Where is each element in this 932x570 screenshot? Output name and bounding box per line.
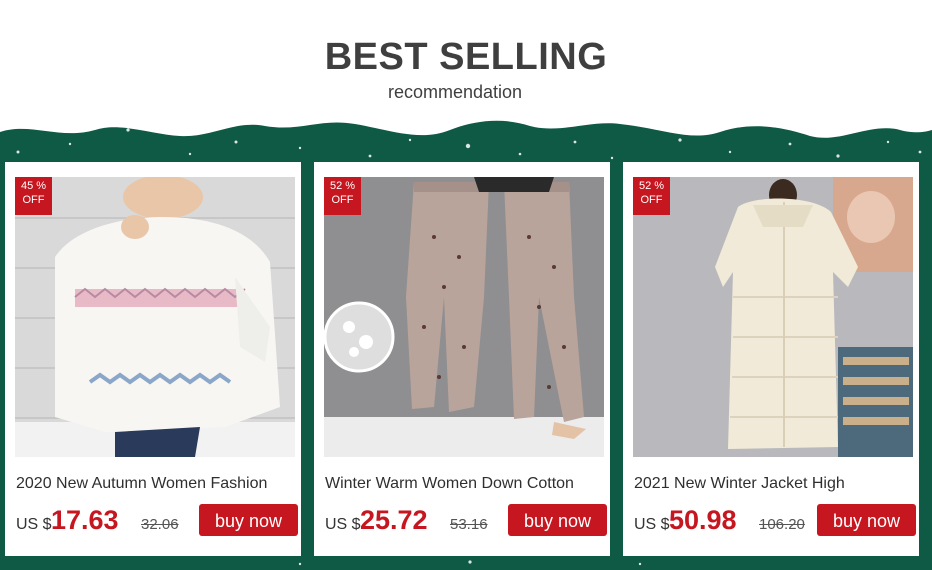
discount-off-label: OFF (331, 194, 354, 206)
price-row: US $ 17.63 32.06 buy now (16, 504, 298, 538)
sale-price: 17.63 (51, 505, 119, 535)
white-knit-sweater-photo (15, 177, 295, 457)
currency-label: US $ (325, 516, 361, 533)
sale-price: 50.98 (669, 505, 737, 535)
long-down-jacket-photo (633, 177, 913, 457)
discount-percent: 45 % (20, 180, 47, 192)
buy-now-button[interactable]: buy now (508, 504, 607, 536)
fleece-lined-pants-photo (324, 177, 604, 457)
price-row: US $ 25.72 53.16 buy now (325, 504, 607, 538)
product-card[interactable]: 45 % OFF 2020 New Autumn Women Fashion U… (5, 162, 301, 556)
buy-now-button[interactable]: buy now (817, 504, 916, 536)
discount-badge: 45 % OFF (15, 177, 52, 215)
page-subtitle: recommendation (387, 82, 523, 102)
buy-now-button[interactable]: buy now (199, 504, 298, 536)
currency-label: US $ (16, 516, 52, 533)
discount-off-label: OFF (22, 194, 45, 206)
product-image[interactable]: 52 % OFF (633, 177, 913, 457)
price-row: US $ 50.98 106.20 buy now (634, 504, 916, 538)
product-name[interactable]: 2020 New Autumn Women Fashion (16, 475, 298, 493)
product-name[interactable]: Winter Warm Women Down Cotton (325, 475, 607, 493)
discount-badge: 52 % OFF (324, 177, 361, 215)
product-name[interactable]: 2021 New Winter Jacket High (634, 475, 916, 493)
currency-label: US $ (634, 516, 670, 533)
discount-percent: 52 % (329, 180, 356, 192)
original-price: 53.16 (450, 516, 488, 533)
sale-price: 25.72 (360, 505, 428, 535)
page-title: BEST SELLING (324, 36, 608, 78)
product-image[interactable]: 45 % OFF (15, 177, 295, 457)
discount-badge: 52 % OFF (633, 177, 670, 215)
discount-off-label: OFF (640, 194, 663, 206)
discount-percent: 52 % (638, 180, 665, 192)
product-card[interactable]: 52 % OFF Winter Warm Women Down Cotton U… (314, 162, 610, 556)
product-card[interactable]: 52 % OFF 2021 New Winter Jacket High US … (623, 162, 919, 556)
product-image[interactable]: 52 % OFF (324, 177, 604, 457)
original-price: 106.20 (759, 516, 805, 533)
original-price: 32.06 (141, 516, 179, 533)
section-header: BEST SELLING recommendation (0, 0, 932, 130)
